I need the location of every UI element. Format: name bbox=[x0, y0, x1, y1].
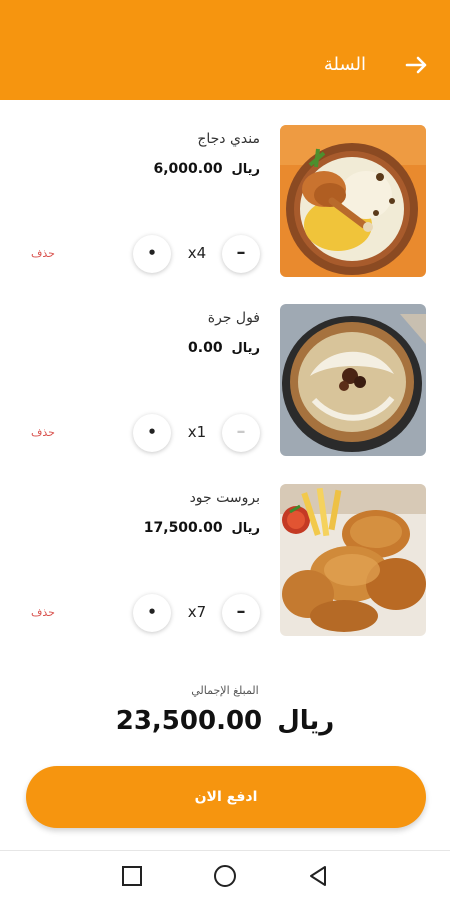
minus-icon: – bbox=[236, 601, 246, 622]
plus-icon: • bbox=[147, 603, 157, 621]
price-value: 17,500.00 bbox=[143, 520, 223, 536]
item-name: مندي دجاج bbox=[197, 131, 260, 147]
currency-label: ريال bbox=[277, 706, 335, 736]
plus-icon: • bbox=[147, 423, 157, 441]
minus-icon: – bbox=[236, 242, 246, 263]
square-icon[interactable] bbox=[119, 863, 145, 889]
remove-item-button[interactable]: حذف bbox=[31, 247, 55, 260]
arrow-right-icon[interactable] bbox=[404, 52, 430, 78]
item-price: ريال 0.00 bbox=[188, 340, 260, 356]
broasted-chicken-image bbox=[280, 484, 426, 636]
minus-icon: – bbox=[236, 421, 246, 442]
cart-item: بروست جود ريال 17,500.00 • x7 – حذف bbox=[0, 484, 450, 644]
price-value: 6,000.00 bbox=[153, 161, 223, 177]
item-name: فول جرة bbox=[207, 310, 260, 326]
currency-label: ريال bbox=[231, 162, 260, 177]
quantity-value: x7 bbox=[187, 603, 207, 621]
total-amount: ريال 23,500.00 bbox=[0, 706, 450, 736]
decrement-button[interactable]: – bbox=[222, 594, 260, 632]
decrement-button[interactable]: – bbox=[222, 235, 260, 273]
item-price: ريال 17,500.00 bbox=[144, 520, 260, 536]
circle-icon[interactable] bbox=[212, 863, 238, 889]
cart-item: مندي دجاج ريال 6,000.00 • x4 – حذف bbox=[0, 125, 450, 285]
cart-item: فول جرة ريال 0.00 • x1 – حذف bbox=[0, 304, 450, 464]
foul-jarrah-image bbox=[280, 304, 426, 456]
increment-button[interactable]: • bbox=[133, 235, 171, 273]
currency-label: ريال bbox=[231, 341, 260, 356]
system-nav-bar bbox=[0, 850, 450, 900]
quantity-value: x4 bbox=[187, 244, 207, 262]
price-value: 0.00 bbox=[188, 340, 223, 356]
item-name: بروست جود bbox=[189, 490, 260, 506]
decrement-button[interactable]: – bbox=[222, 414, 260, 452]
pay-now-button[interactable]: ادفع الان bbox=[26, 766, 426, 828]
remove-item-button[interactable]: حذف bbox=[31, 606, 55, 619]
currency-label: ريال bbox=[231, 521, 260, 536]
chicken-mandi-image bbox=[280, 125, 426, 277]
page-title: السلة bbox=[323, 54, 366, 75]
total-value: 23,500.00 bbox=[115, 706, 263, 736]
item-price: ريال 6,000.00 bbox=[154, 161, 261, 177]
total-label: المبلغ الإجمالي bbox=[191, 684, 259, 697]
increment-button[interactable]: • bbox=[133, 414, 171, 452]
quantity-value: x1 bbox=[187, 423, 207, 441]
triangle-back-icon[interactable] bbox=[305, 863, 331, 889]
plus-icon: • bbox=[147, 244, 157, 262]
remove-item-button[interactable]: حذف bbox=[31, 426, 55, 439]
increment-button[interactable]: • bbox=[133, 594, 171, 632]
app-bar: السلة bbox=[0, 0, 450, 100]
